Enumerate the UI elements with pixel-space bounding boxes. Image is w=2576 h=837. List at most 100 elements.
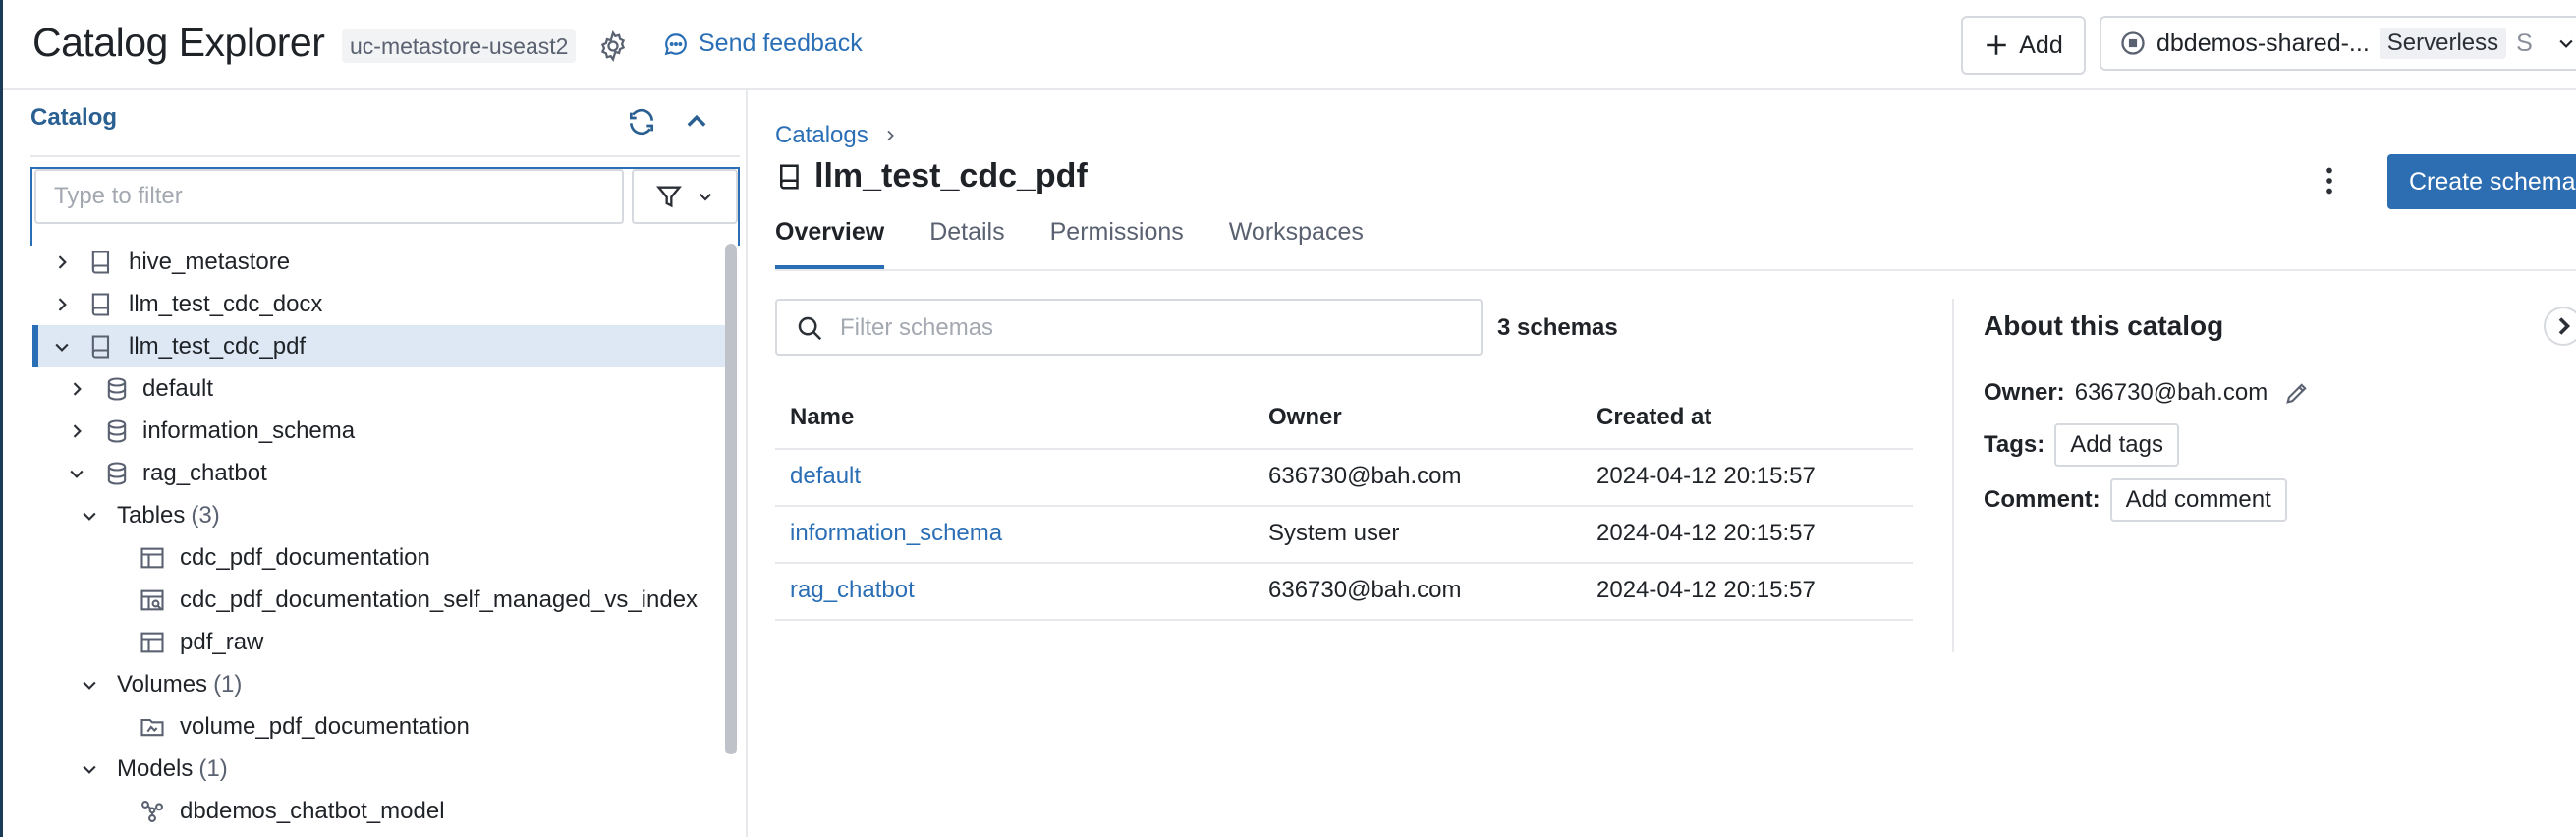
- tree-item-label: cdc_pdf_documentation_self_managed_vs_in…: [180, 586, 699, 613]
- model-icon: [141, 800, 163, 822]
- tab-overview[interactable]: Overview: [775, 218, 885, 269]
- gear-icon[interactable]: [596, 29, 630, 63]
- sidebar-scrollbar[interactable]: [725, 244, 737, 754]
- about-divider: [1952, 299, 1954, 652]
- tree-item-label: dbdemos_chatbot_model: [180, 797, 445, 824]
- table-header-row: Name Owner Created at: [775, 387, 1913, 450]
- tab-workspaces[interactable]: Workspaces: [1229, 218, 1364, 269]
- about-tags: Tags: Add tags: [1984, 423, 2179, 467]
- tree-item-label: cdc_pdf_documentation: [180, 543, 430, 571]
- tree-item-schema[interactable]: default: [32, 367, 736, 410]
- catalog-title: llm_test_cdc_pdf: [775, 157, 1088, 195]
- catalog-header-divider: [30, 155, 740, 157]
- table-icon: [140, 632, 164, 652]
- refresh-icon[interactable]: [626, 106, 657, 138]
- tree-group-label: Models (1): [117, 754, 228, 782]
- created-cell: 2024-04-12 20:15:57: [1596, 577, 1816, 603]
- tree-item-table[interactable]: cdc_pdf_documentation: [32, 536, 736, 579]
- search-icon: [795, 313, 824, 343]
- catalog-book-icon: [775, 161, 805, 193]
- schema-filter-box: [775, 299, 1483, 356]
- tree-group-tables[interactable]: Tables (3): [32, 494, 736, 536]
- chevron-down-icon[interactable]: [80, 675, 99, 695]
- tree-item-catalog[interactable]: hive_metastore: [32, 241, 736, 283]
- chevron-down-icon[interactable]: [80, 506, 99, 526]
- tree-item-label: hive_metastore: [129, 248, 291, 275]
- tree-item-label: llm_test_cdc_pdf: [129, 332, 307, 360]
- table-row: rag_chatbot 636730@bah.com 2024-04-12 20…: [775, 562, 1913, 621]
- about-owner: Owner: 636730@bah.com: [1984, 379, 2311, 407]
- tree-item-catalog[interactable]: llm_test_cdc_docx: [32, 283, 736, 325]
- owner-cell: System user: [1268, 520, 1400, 546]
- chevron-right-icon: [882, 128, 898, 143]
- collapse-chevron-up-icon[interactable]: [683, 108, 710, 136]
- database-icon: [107, 461, 127, 485]
- owner-value: 636730@bah.com: [2074, 379, 2268, 406]
- tree-item-label: llm_test_cdc_docx: [129, 290, 323, 317]
- pencil-icon[interactable]: [2283, 379, 2311, 407]
- add-tags-button[interactable]: Add tags: [2054, 423, 2179, 467]
- catalog-book-icon: [91, 334, 110, 359]
- vector-index-icon: [140, 589, 164, 610]
- schema-filter-input[interactable]: [838, 308, 1461, 348]
- chevron-right-icon[interactable]: [52, 252, 72, 272]
- owner-label: Owner:: [1984, 379, 2065, 406]
- tree-item-table[interactable]: pdf_raw: [32, 621, 736, 663]
- tabs-divider: [775, 269, 2576, 271]
- chat-bubble-icon: [663, 31, 689, 57]
- chevron-down-icon[interactable]: [52, 337, 72, 357]
- send-feedback-link[interactable]: Send feedback: [663, 29, 863, 58]
- tree-item-label: pdf_raw: [180, 628, 264, 655]
- chevron-right-icon[interactable]: [67, 379, 86, 399]
- about-comment: Comment: Add comment: [1984, 478, 2287, 522]
- column-header-owner[interactable]: Owner: [1268, 387, 1342, 448]
- tree-item-volume[interactable]: volume_pdf_documentation: [32, 705, 736, 748]
- chevron-right-icon: [2558, 317, 2571, 335]
- chevron-down-icon[interactable]: [80, 759, 99, 779]
- chevron-down-icon[interactable]: [67, 464, 86, 483]
- tree-item-label: default: [142, 374, 214, 402]
- catalog-tabs: Overview Details Permissions Workspaces: [775, 218, 1364, 269]
- tab-details[interactable]: Details: [929, 218, 1004, 269]
- schema-name-link[interactable]: information_schema: [790, 505, 1002, 562]
- compute-selector[interactable]: dbdemos-shared-... Serverless S: [2100, 16, 2576, 71]
- filter-type-button[interactable]: [632, 169, 738, 224]
- tree-item-model[interactable]: dbdemos_chatbot_model: [32, 790, 736, 832]
- column-header-name[interactable]: Name: [790, 387, 854, 448]
- add-button[interactable]: Add: [1961, 16, 2086, 75]
- compute-status-icon: [2119, 29, 2147, 57]
- column-header-created[interactable]: Created at: [1596, 387, 1711, 448]
- tags-label: Tags:: [1984, 431, 2045, 458]
- plus-icon: [1984, 32, 2009, 58]
- tree-group-label: Volumes (1): [117, 670, 243, 698]
- compute-size: S: [2516, 28, 2533, 57]
- table-row: default 636730@bah.com 2024-04-12 20:15:…: [775, 448, 1913, 507]
- tree-item-label: volume_pdf_documentation: [180, 712, 470, 740]
- tree-group-volumes[interactable]: Volumes (1): [32, 663, 736, 705]
- tree-item-schema[interactable]: information_schema: [32, 410, 736, 452]
- tree-item-schema[interactable]: rag_chatbot: [32, 452, 736, 494]
- tab-permissions[interactable]: Permissions: [1050, 218, 1184, 269]
- tree-group-models[interactable]: Models (1): [32, 748, 736, 790]
- tree-item-catalog-selected[interactable]: llm_test_cdc_pdf: [32, 325, 736, 367]
- add-label: Add: [2019, 30, 2063, 59]
- add-comment-button[interactable]: Add comment: [2109, 478, 2287, 522]
- database-icon: [107, 376, 127, 401]
- created-cell: 2024-04-12 20:15:57: [1596, 463, 1816, 489]
- collapse-about-button[interactable]: [2544, 307, 2576, 346]
- schema-name-link[interactable]: rag_chatbot: [790, 562, 915, 619]
- tree-item-vector-index[interactable]: cdc_pdf_documentation_self_managed_vs_in…: [32, 579, 736, 621]
- funnel-icon: [655, 183, 683, 210]
- catalog-filter-input[interactable]: [34, 169, 624, 224]
- breadcrumb-catalogs-link[interactable]: Catalogs: [775, 122, 868, 149]
- schema-name-link[interactable]: default: [790, 448, 861, 505]
- chevron-right-icon[interactable]: [67, 421, 86, 441]
- more-options-kebab-icon[interactable]: [2312, 163, 2347, 198]
- serverless-badge: Serverless: [2379, 28, 2507, 59]
- chevron-right-icon[interactable]: [52, 295, 72, 314]
- chevron-down-icon: [2556, 33, 2576, 53]
- create-schema-button[interactable]: Create schema: [2387, 154, 2576, 209]
- catalog-book-icon: [91, 250, 110, 274]
- catalog-title-text: llm_test_cdc_pdf: [814, 157, 1088, 195]
- owner-cell: 636730@bah.com: [1268, 577, 1462, 603]
